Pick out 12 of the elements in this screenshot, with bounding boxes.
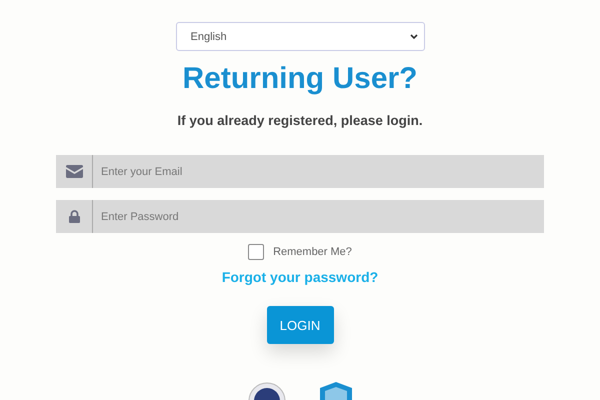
forgot-password-link[interactable]: Forgot your password? (222, 269, 378, 285)
lock-icon (68, 210, 80, 223)
login-prompt: If you already registered, please login. (177, 113, 423, 128)
remember-checkbox[interactable] (248, 244, 264, 260)
remember-label: Remember Me? (273, 246, 352, 258)
page-heading: Returning User? (182, 61, 418, 97)
language-select[interactable]: English (176, 22, 424, 51)
password-field[interactable]: Enter Password (93, 200, 544, 233)
chevron-down-icon (410, 34, 418, 40)
email-field[interactable]: Enter your Email (93, 155, 544, 188)
login-button[interactable]: LOGIN (266, 306, 334, 344)
envelope-icon (66, 165, 82, 178)
